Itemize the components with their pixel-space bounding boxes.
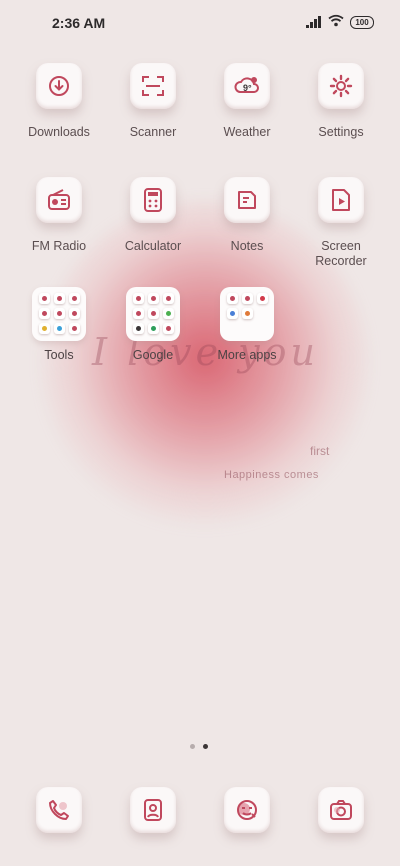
page-dot-active[interactable] xyxy=(203,744,208,749)
mini-app-icon xyxy=(148,308,159,319)
app-label: Notes xyxy=(230,239,264,253)
battery-icon: 100 xyxy=(350,16,374,29)
contacts-icon xyxy=(130,787,176,833)
mini-app-icon xyxy=(163,308,174,319)
mini-app-icon xyxy=(39,323,50,334)
status-bar: 2:36 AM 100 xyxy=(0,0,400,44)
mini-app-icon xyxy=(39,308,50,319)
camera-icon xyxy=(318,787,364,833)
mini-app-icon xyxy=(227,293,238,304)
folder-google[interactable]: Google xyxy=(106,287,200,362)
wallpaper-tag-happiness: Happiness comes xyxy=(224,469,319,481)
calculator-icon xyxy=(130,177,176,223)
messaging-icon xyxy=(224,787,270,833)
page-indicator xyxy=(190,744,208,749)
app-label-line1: Screen xyxy=(321,239,361,253)
mini-app-icon xyxy=(227,308,238,319)
mini-app-icon xyxy=(242,308,253,319)
mini-app-icon xyxy=(242,293,253,304)
app-label: Calculator xyxy=(124,239,182,253)
scanner-icon xyxy=(130,63,176,109)
mini-app-icon xyxy=(148,323,159,334)
folder-label: Tools xyxy=(44,348,74,362)
folder-more-apps[interactable]: More apps xyxy=(200,287,294,362)
app-calculator[interactable]: Calculator xyxy=(106,177,200,253)
app-label: Scanner xyxy=(129,125,177,139)
app-scanner[interactable]: Scanner xyxy=(106,63,200,139)
gear-icon xyxy=(318,63,364,109)
radio-icon xyxy=(36,177,82,223)
folder-label: More apps xyxy=(217,348,277,362)
signal-icon xyxy=(306,16,322,28)
app-fm-radio[interactable]: FM Radio xyxy=(12,177,106,253)
dock-camera[interactable] xyxy=(317,787,365,835)
folder-tile xyxy=(220,287,274,341)
app-label: FM Radio xyxy=(31,239,87,253)
dock-phone[interactable] xyxy=(35,787,83,835)
app-downloads[interactable]: Downloads xyxy=(12,63,106,139)
mini-app-icon xyxy=(54,308,65,319)
mini-app-icon xyxy=(69,308,80,319)
app-notes[interactable]: Notes xyxy=(200,177,294,253)
mini-app-icon xyxy=(133,323,144,334)
app-screen-recorder[interactable]: Screen Recorder xyxy=(294,177,388,269)
mini-app-icon xyxy=(54,293,65,304)
wallpaper-tag-first: first xyxy=(310,444,330,458)
folder-tile xyxy=(126,287,180,341)
mini-app-icon xyxy=(39,293,50,304)
screen-recorder-icon xyxy=(318,177,364,223)
mini-app-icon xyxy=(163,293,174,304)
mini-app-icon xyxy=(69,323,80,334)
mini-app-icon xyxy=(54,323,65,334)
status-time: 2:36 AM xyxy=(52,15,106,31)
folder-tools[interactable]: Tools xyxy=(12,287,106,362)
download-icon xyxy=(36,63,82,109)
mini-app-icon xyxy=(163,323,174,334)
wifi-icon xyxy=(328,14,344,27)
app-label: Settings xyxy=(318,125,364,139)
page-dot[interactable] xyxy=(190,744,195,749)
mini-app-icon xyxy=(69,293,80,304)
dock-messaging[interactable] xyxy=(223,787,271,835)
mini-app-icon xyxy=(257,293,268,304)
phone-icon xyxy=(36,787,82,833)
folder-label: Google xyxy=(132,348,174,362)
mini-app-icon xyxy=(133,308,144,319)
weather-temp: 9° xyxy=(243,83,252,93)
folder-tile xyxy=(32,287,86,341)
app-settings[interactable]: Settings xyxy=(294,63,388,139)
weather-icon: 9° xyxy=(224,63,270,109)
app-label: Weather xyxy=(223,125,271,139)
app-label: Downloads xyxy=(28,125,90,139)
dock-contacts[interactable] xyxy=(129,787,177,835)
mini-app-icon xyxy=(148,293,159,304)
notes-icon xyxy=(224,177,270,223)
app-weather[interactable]: 9° Weather xyxy=(200,63,294,139)
app-label-line2: Recorder xyxy=(315,254,367,268)
app-label: Screen Recorder xyxy=(294,239,388,269)
mini-app-icon xyxy=(133,293,144,304)
